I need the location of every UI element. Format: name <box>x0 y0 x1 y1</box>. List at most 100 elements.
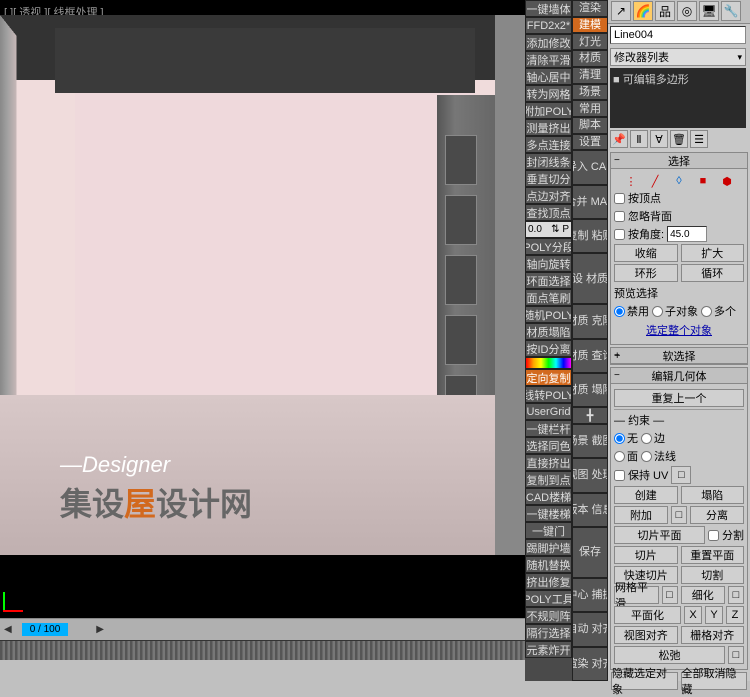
tool-extrudefix[interactable]: 挤出修复 <box>525 573 572 590</box>
slice-plane-button[interactable]: 切片平面 <box>614 526 705 544</box>
tool-tomesh[interactable]: 转为网格 <box>525 85 572 102</box>
detach-button[interactable]: 分离 <box>690 506 744 524</box>
tool-matlib[interactable]: 预设 材质库 <box>572 253 608 304</box>
create-tab-icon[interactable]: ↗ <box>611 1 631 21</box>
tool-facebrush[interactable]: 面点笔刷 <box>525 289 572 306</box>
tool-ffd[interactable]: FFD2x2* <box>525 17 572 34</box>
tool-ringsel[interactable]: 环面选择 <box>525 272 572 289</box>
tool-importcad[interactable]: 导入 CAD <box>572 150 608 184</box>
configure-icon[interactable]: ☰ <box>690 130 708 148</box>
tool-plus[interactable]: ╋ <box>572 407 608 424</box>
attach-list-button[interactable]: □ <box>671 506 687 524</box>
constrain-face-radio[interactable]: 面 <box>614 448 638 464</box>
tool-randreplace[interactable]: 随机替换 <box>525 556 572 573</box>
polygon-subobj-icon[interactable]: ■ <box>694 174 712 188</box>
planar-y-button[interactable]: Y <box>705 606 723 624</box>
msmooth-settings-button[interactable]: □ <box>662 586 678 604</box>
select-whole-link[interactable]: 选定整个对象 <box>617 322 741 338</box>
tool-onestairs[interactable]: 一键楼梯 <box>525 505 572 522</box>
tool-wall[interactable]: 一键墙体 <box>525 0 572 17</box>
preserve-uv-settings-button[interactable]: □ <box>671 466 691 484</box>
planar-x-button[interactable]: X <box>684 606 702 624</box>
relax-button[interactable]: 松弛 <box>614 646 725 664</box>
modifier-stack[interactable]: ■ 可编辑多边形 <box>610 68 746 128</box>
create-button[interactable]: 创建 <box>614 486 678 504</box>
tab-script[interactable]: 脚本 <box>572 117 608 134</box>
border-subobj-icon[interactable]: ◊ <box>670 174 688 188</box>
unhide-all-button[interactable]: 全部取消隐藏 <box>681 672 748 690</box>
show-result-icon[interactable]: Ⅱ <box>630 130 648 148</box>
constrain-normal-radio[interactable]: 法线 <box>641 448 676 464</box>
relax-settings-button[interactable]: □ <box>728 646 744 664</box>
timeline[interactable]: ◀ 0 / 100 ▶ <box>0 618 525 640</box>
constrain-none-radio[interactable]: 无 <box>614 430 638 446</box>
hierarchy-tab-icon[interactable]: 品 <box>655 1 675 21</box>
tool-save[interactable]: 保存 <box>572 527 608 578</box>
grow-button[interactable]: 扩大 <box>681 244 745 262</box>
tool-addmod[interactable]: 添加修改 <box>525 34 572 51</box>
tool-irregarray[interactable]: 不规则阵 <box>525 607 572 624</box>
tool-copytopoint[interactable]: 复制到点 <box>525 471 572 488</box>
display-tab-icon[interactable]: 🖥 <box>699 1 719 21</box>
tool-multiconnect[interactable]: 多点连接 <box>525 136 572 153</box>
tool-viewproc[interactable]: 视图 处理 <box>572 458 608 492</box>
tool-dircopy[interactable]: 定向复制 <box>525 369 572 386</box>
tool-detachid[interactable]: 按ID分离 <box>525 340 572 357</box>
tab-material[interactable]: 材质 <box>572 50 608 67</box>
tool-randpoly[interactable]: 随机POLY <box>525 306 572 323</box>
preview-subobj-radio[interactable]: 子对象 <box>652 303 698 319</box>
by-vertex-checkbox[interactable]: 按顶点 <box>614 190 661 206</box>
slice-button[interactable]: 切片 <box>614 546 678 564</box>
tool-matclone[interactable]: 材质 克隆 <box>572 304 608 338</box>
modify-tab-icon[interactable]: 🌈 <box>633 1 653 21</box>
tool-cadstairs[interactable]: CAD楼梯 <box>525 488 572 505</box>
tool-usergrid[interactable]: UserGrid <box>525 403 572 420</box>
unique-icon[interactable]: ∀ <box>650 130 668 148</box>
by-angle-checkbox[interactable]: 按角度: <box>614 226 664 242</box>
tessellate-button[interactable]: 细化 <box>681 586 726 604</box>
tool-measure[interactable]: 测量挤出 <box>525 119 572 136</box>
color-strip[interactable] <box>525 357 572 369</box>
msmooth-button[interactable]: 网格平滑 <box>614 586 659 604</box>
rollout-header[interactable]: 选择 <box>611 153 747 169</box>
edge-subobj-icon[interactable]: ╱ <box>646 174 664 188</box>
tool-onedoor[interactable]: 一键门 <box>525 522 572 539</box>
tab-render[interactable]: 渲染 <box>572 0 608 17</box>
preview-off-radio[interactable]: 禁用 <box>614 303 649 319</box>
tool-polytools[interactable]: POLY工具 <box>525 590 572 607</box>
view-align-button[interactable]: 视图对齐 <box>614 626 678 644</box>
tool-renderalign[interactable]: 渲染 对齐 <box>572 647 608 681</box>
collapse-button[interactable]: 塌陷 <box>681 486 745 504</box>
spinner-value[interactable]: 0.0⇅ P <box>525 221 572 238</box>
planar-z-button[interactable]: Z <box>726 606 744 624</box>
tab-settings[interactable]: 设置 <box>572 134 608 151</box>
tab-common[interactable]: 常用 <box>572 100 608 117</box>
planarize-button[interactable]: 平面化 <box>614 606 681 624</box>
ring-button[interactable]: 环形 <box>614 264 678 282</box>
object-name-input[interactable] <box>610 26 746 44</box>
tool-matquery[interactable]: 材质 查询 <box>572 339 608 373</box>
preview-multi-radio[interactable]: 多个 <box>701 303 736 319</box>
tool-findvtx[interactable]: 查找顶点 <box>525 204 572 221</box>
motion-tab-icon[interactable]: ◎ <box>677 1 697 21</box>
grid-align-button[interactable]: 栅格对齐 <box>681 626 745 644</box>
tool-copypaste[interactable]: 复制 粘贴 <box>572 219 608 253</box>
tab-scene[interactable]: 场景 <box>572 84 608 101</box>
loop-button[interactable]: 循环 <box>681 264 745 282</box>
utilities-tab-icon[interactable]: 🔧 <box>721 1 741 21</box>
tool-pivot[interactable]: 轴心居中 <box>525 68 572 85</box>
tool-ptedgealign[interactable]: 点边对齐 <box>525 187 572 204</box>
tool-polyseg[interactable]: POLY分段 <box>525 238 572 255</box>
tool-vslice[interactable]: 垂直切分 <box>525 170 572 187</box>
viewport-3d[interactable]: [ ][ 透视 ][ 线框处理 ] —Designer 集设屋设计网 ◀ 0 /… <box>0 0 525 660</box>
ignore-backfacing-checkbox[interactable]: 忽略背面 <box>614 208 672 224</box>
shrink-button[interactable]: 收缩 <box>614 244 678 262</box>
constrain-edge-radio[interactable]: 边 <box>641 430 665 446</box>
vertex-subobj-icon[interactable]: ⋮ <box>622 174 640 188</box>
tool-attachpoly[interactable]: 附加POLY <box>525 102 572 119</box>
tool-version[interactable]: 版本 信息 <box>572 493 608 527</box>
rollout-header[interactable]: +软选择 <box>611 348 747 364</box>
tool-altselect[interactable]: 隔行选择 <box>525 624 572 641</box>
attach-button[interactable]: 附加 <box>614 506 668 524</box>
cut-button[interactable]: 切割 <box>681 566 745 584</box>
